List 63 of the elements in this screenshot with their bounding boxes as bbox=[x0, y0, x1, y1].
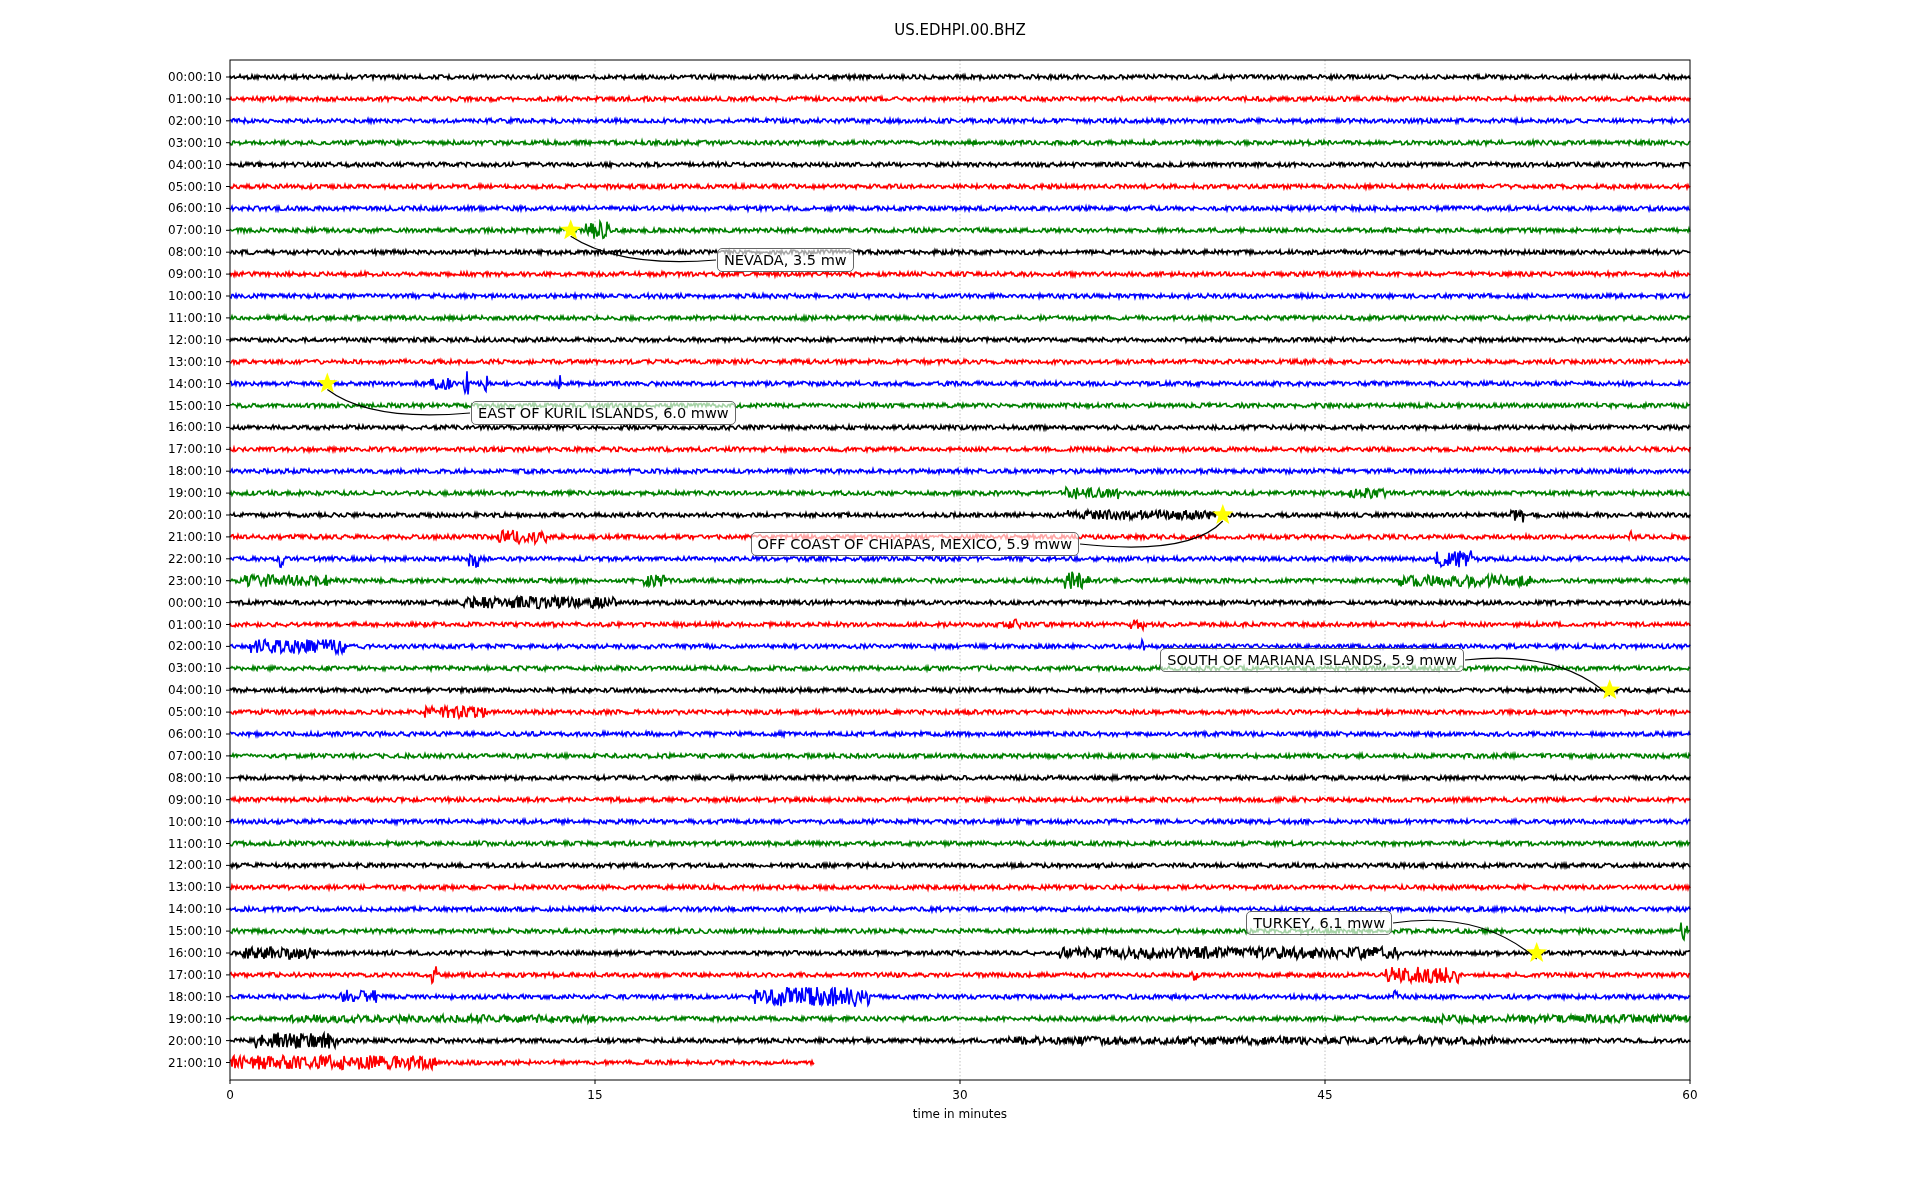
axis-tick-label: 45 bbox=[1317, 1088, 1333, 1102]
axis-tick-label: 60 bbox=[1682, 1088, 1698, 1102]
axis-tick-label: 15 bbox=[587, 1088, 603, 1102]
axis-tick-label: 21:00:10 bbox=[168, 529, 222, 544]
chart-title: US.EDHPI.00.BHZ bbox=[894, 21, 1026, 39]
axis-tick-label: 0 bbox=[226, 1088, 234, 1102]
axis-tick-label: 16:00:10 bbox=[168, 420, 222, 435]
axis-tick-label: 11:00:10 bbox=[168, 836, 222, 851]
axis-tick-label: 12:00:10 bbox=[168, 858, 222, 873]
axis-tick-label: 03:00:10 bbox=[168, 661, 222, 676]
axis-tick-label: 07:00:10 bbox=[168, 223, 222, 238]
axis-tick-label: 02:00:10 bbox=[168, 113, 222, 128]
axis-tick-label: 15:00:10 bbox=[168, 398, 222, 413]
star-icon bbox=[316, 372, 338, 393]
axis-tick-label: 00:00:10 bbox=[168, 595, 222, 610]
event-annotation: EAST OF KURIL ISLANDS, 6.0 mww bbox=[471, 401, 736, 425]
axis-tick-label: 22:00:10 bbox=[168, 551, 222, 566]
axis-tick-label: 02:00:10 bbox=[168, 639, 222, 654]
axis-tick-label: 04:00:10 bbox=[168, 683, 222, 698]
axis-label: time in minutes bbox=[912, 1107, 1008, 1121]
axis-tick-label: 08:00:10 bbox=[168, 245, 222, 260]
axis-tick-label: 15:00:10 bbox=[168, 924, 222, 939]
axis-tick-label: 21:00:10 bbox=[168, 1055, 222, 1070]
axis-tick-label: 20:00:10 bbox=[168, 508, 222, 522]
axis-tick-label: 09:00:10 bbox=[168, 792, 222, 807]
axis-tick-label: 19:00:10 bbox=[168, 486, 222, 501]
axis-tick-label: 03:00:10 bbox=[168, 135, 222, 150]
axis-tick-label: 14:00:10 bbox=[168, 902, 222, 917]
axis-tick-label: 17:00:10 bbox=[168, 442, 222, 457]
axis-tick-label: 10:00:10 bbox=[168, 289, 222, 303]
axis-tick-label: 04:00:10 bbox=[168, 157, 222, 172]
axis-tick-label: 09:00:10 bbox=[168, 267, 222, 282]
axis-tick-label: 01:00:10 bbox=[168, 617, 222, 632]
axis-tick-label: 07:00:10 bbox=[168, 748, 222, 763]
axis-tick-label: 05:00:10 bbox=[168, 705, 222, 720]
star-icon bbox=[1599, 679, 1621, 700]
event-annotation: SOUTH OF MARIANA ISLANDS, 5.9 mww bbox=[1160, 648, 1464, 672]
star-icon bbox=[1212, 504, 1234, 524]
axis-tick-label: 06:00:10 bbox=[168, 201, 222, 216]
axis-tick-label: 18:00:10 bbox=[168, 989, 222, 1004]
axis-tick-label: 18:00:10 bbox=[168, 464, 222, 479]
axis-tick-label: 13:00:10 bbox=[168, 354, 222, 369]
axis-tick-label: 06:00:10 bbox=[168, 727, 222, 741]
star-icon bbox=[1526, 942, 1548, 962]
axis-tick-label: 19:00:10 bbox=[168, 1011, 222, 1026]
axis-tick-label: 13:00:10 bbox=[168, 880, 222, 895]
axis-tick-label: 12:00:10 bbox=[168, 332, 222, 347]
axis-tick-label: 00:00:10 bbox=[168, 70, 222, 84]
axis-tick-label: 10:00:10 bbox=[168, 814, 222, 829]
axis-tick-label: 20:00:10 bbox=[168, 1033, 222, 1048]
axis-tick-label: 05:00:10 bbox=[168, 179, 222, 194]
axis-tick-label: 17:00:10 bbox=[168, 967, 222, 982]
axis-tick-label: 11:00:10 bbox=[168, 310, 222, 325]
axis-tick-label: 01:00:10 bbox=[168, 91, 222, 106]
star-icon bbox=[560, 219, 582, 240]
event-annotation: TURKEY, 6.1 mww bbox=[1246, 911, 1392, 935]
axis-tick-label: 30 bbox=[952, 1088, 968, 1102]
event-annotation: OFF COAST OF CHIAPAS, MEXICO, 5.9 mww bbox=[750, 532, 1079, 556]
axis-tick-label: 14:00:10 bbox=[168, 376, 222, 391]
axis-tick-label: 23:00:10 bbox=[168, 573, 222, 588]
event-annotation: NEVADA, 3.5 mw bbox=[717, 248, 854, 272]
axis-tick-label: 08:00:10 bbox=[168, 770, 222, 785]
axis-tick-label: 16:00:10 bbox=[168, 946, 222, 960]
